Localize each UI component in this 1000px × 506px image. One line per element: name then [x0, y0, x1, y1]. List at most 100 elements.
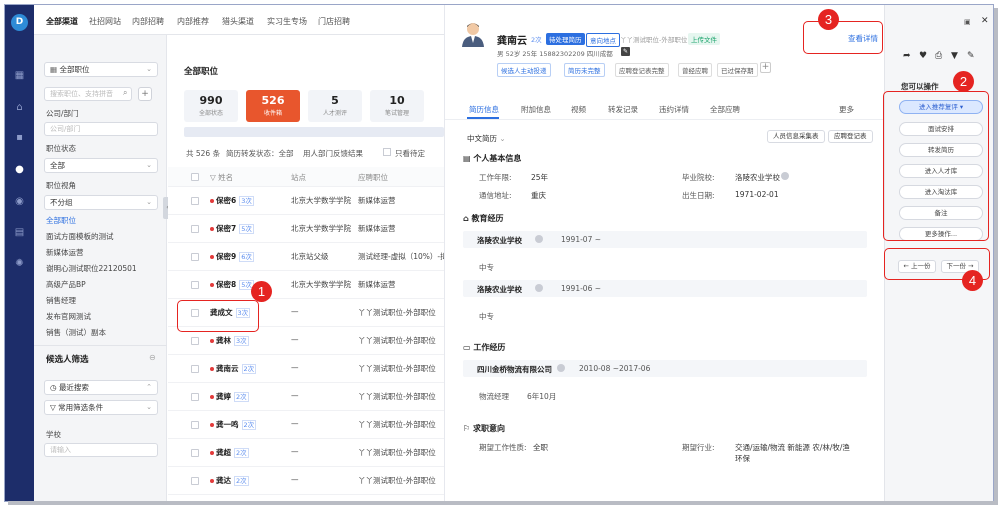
candidate-name-cell[interactable]: 龚达 2次: [210, 475, 249, 486]
job-search-input[interactable]: 搜索职位、支持拼音: [44, 87, 132, 101]
tab-social-sites[interactable]: 社招网站: [89, 16, 121, 27]
stat-inbox[interactable]: 526 收件箱: [246, 90, 300, 122]
tab-all-channels[interactable]: 全部渠道: [46, 16, 78, 27]
candidate-name-cell[interactable]: 龚南云 2次: [210, 363, 257, 374]
tab-violation[interactable]: 违约详情: [659, 104, 689, 115]
tab-more[interactable]: 更多: [839, 104, 854, 115]
select-all-checkbox[interactable]: [191, 173, 199, 181]
stat-written-test[interactable]: 10 笔试管理: [370, 90, 424, 122]
table-row[interactable]: 龚南云 2次 — 丫丫测试职位-外部职位: [168, 355, 444, 383]
info-icon[interactable]: [535, 235, 543, 243]
row-checkbox[interactable]: [191, 337, 199, 345]
action-tag[interactable]: 已过保存期: [717, 63, 758, 77]
candidate-name-cell[interactable]: 保密9 6次: [210, 251, 254, 262]
horizontal-scrollbar[interactable]: [184, 127, 444, 137]
register-form-button[interactable]: 应聘登记表: [828, 130, 873, 143]
action-tag[interactable]: 候选人主动投递: [497, 63, 551, 77]
row-checkbox[interactable]: [191, 225, 199, 233]
action-tag[interactable]: 简历未完整: [564, 63, 605, 77]
action-tag[interactable]: 应聘登记表完整: [615, 63, 669, 77]
tab-store-hire[interactable]: 门店招聘: [318, 16, 350, 27]
table-row[interactable]: 龚一鸣 2次 — 丫丫测试职位-外部职位: [168, 411, 444, 439]
tab-video[interactable]: 视频: [571, 104, 586, 115]
heart-icon[interactable]: ♥: [919, 51, 927, 61]
tab-resume-info[interactable]: 简历信息: [469, 104, 499, 115]
row-checkbox[interactable]: [191, 197, 199, 205]
school-input[interactable]: 请输入: [44, 443, 158, 457]
table-row[interactable]: 龚婷 2次 — 丫丫测试职位-外部职位: [168, 383, 444, 411]
edit-icon[interactable]: ✎: [621, 47, 630, 56]
recent-search-select[interactable]: ◷ 最近搜索 ⌃: [44, 380, 158, 395]
table-row[interactable]: 保密6 3次 北京大学数学学院 新媒体运营: [168, 187, 444, 215]
tab-headhunter[interactable]: 猎头渠道: [222, 16, 254, 27]
candidate-name-cell[interactable]: 保密7 5次: [210, 223, 254, 234]
candidate-name-cell[interactable]: 龚林 3次: [210, 335, 249, 346]
add-tag-button[interactable]: +: [760, 62, 771, 73]
company-input[interactable]: 公司/部门: [44, 122, 158, 136]
add-button[interactable]: +: [138, 87, 152, 101]
home-icon[interactable]: ⌂: [13, 101, 26, 114]
view-select[interactable]: 不分组 ⌄: [44, 195, 158, 210]
row-checkbox[interactable]: [191, 449, 199, 457]
close-icon[interactable]: ✕: [981, 16, 989, 26]
download-icon[interactable]: ▼: [951, 51, 958, 61]
location-icon[interactable]: ◉: [13, 195, 26, 208]
position-item[interactable]: 销售（测试）副本: [46, 327, 106, 338]
row-checkbox[interactable]: [191, 253, 199, 261]
feedback-filter[interactable]: 用人部门反馈结果: [303, 148, 363, 159]
table-row[interactable]: 保密8 5次 北京大学数学学院 新媒体运营: [168, 271, 444, 299]
table-row[interactable]: 保密9 6次 北京站父级 测试经理-虚拟（10%）-拟: [168, 243, 448, 271]
row-checkbox[interactable]: [191, 281, 199, 289]
candidate-name-cell[interactable]: 保密6 3次: [210, 195, 254, 206]
tab-all-applications[interactable]: 全部应聘: [710, 104, 740, 115]
grid-icon[interactable]: ▦: [13, 69, 26, 82]
edit-icon[interactable]: ✎: [967, 51, 975, 61]
briefcase-icon[interactable]: ▪: [13, 131, 26, 144]
info-icon[interactable]: [781, 172, 789, 180]
report-icon[interactable]: ▤: [13, 226, 26, 239]
candidate-name-cell[interactable]: 龚一鸣 2次: [210, 419, 257, 430]
table-row[interactable]: 龚超 2次 — 丫丫测试职位-外部职位: [168, 439, 444, 467]
table-row[interactable]: 保密7 5次 北京大学数学学院 新媒体运营: [168, 215, 444, 243]
info-icon[interactable]: [535, 284, 543, 292]
row-checkbox[interactable]: [191, 365, 199, 373]
people-icon[interactable]: ●: [13, 163, 26, 176]
candidate-name-cell[interactable]: 龚婷 2次: [210, 391, 249, 402]
position-item[interactable]: 谢明心测试职位22120501: [46, 263, 137, 274]
forward-status-filter[interactable]: 简历转发状态：全部: [226, 148, 294, 159]
candidate-name-cell[interactable]: 保密8 5次: [210, 279, 254, 290]
search-icon[interactable]: ⌕: [123, 88, 127, 98]
table-row[interactable]: 龚达 2次 — 丫丫测试职位-外部职位: [168, 467, 444, 495]
stat-all[interactable]: 990 全部状态: [184, 90, 238, 122]
position-item[interactable]: 全部职位: [46, 215, 76, 226]
tab-extra-info[interactable]: 附加信息: [521, 104, 551, 115]
collapse-icon[interactable]: ⊖: [149, 353, 156, 362]
common-filter-select[interactable]: ▽ 常用筛选条件 ⌄: [44, 400, 158, 415]
row-checkbox[interactable]: [191, 421, 199, 429]
action-tag[interactable]: 曾经应聘: [678, 63, 712, 77]
language-select[interactable]: 中文简历 ⌄: [467, 133, 506, 144]
tab-forward-records[interactable]: 转发记录: [608, 104, 638, 115]
stat-assessment[interactable]: 5 人才测评: [308, 90, 362, 122]
tab-internal-hire[interactable]: 内部招聘: [132, 16, 164, 27]
pending-checkbox[interactable]: [383, 148, 391, 156]
minimize-icon[interactable]: ▣: [964, 18, 971, 26]
status-select[interactable]: 全部 ⌄: [44, 158, 158, 173]
position-item[interactable]: 面试方面模板的测试: [46, 231, 114, 242]
position-item[interactable]: 新媒体运营: [46, 247, 84, 258]
info-icon[interactable]: [557, 364, 565, 372]
tab-intern[interactable]: 实习生专场: [267, 16, 307, 27]
position-item[interactable]: 发布官网测试: [46, 311, 91, 322]
job-select[interactable]: ▦ 全部职位 ⌄: [44, 62, 158, 77]
row-checkbox[interactable]: [191, 393, 199, 401]
print-icon[interactable]: ⎙: [935, 51, 942, 61]
candidate-name-cell[interactable]: 龚超 2次: [210, 447, 249, 458]
collect-form-button[interactable]: 人员信息采集表: [767, 130, 825, 143]
settings-icon[interactable]: ✺: [13, 257, 26, 270]
upload-file-tag[interactable]: 上传文件: [688, 33, 720, 45]
position-item[interactable]: 销售经理: [46, 295, 76, 306]
position-item[interactable]: 高级产品BP: [46, 279, 86, 290]
share-icon[interactable]: ➦: [903, 51, 911, 61]
tab-internal-referral[interactable]: 内部推荐: [177, 16, 209, 27]
row-checkbox[interactable]: [191, 477, 199, 485]
